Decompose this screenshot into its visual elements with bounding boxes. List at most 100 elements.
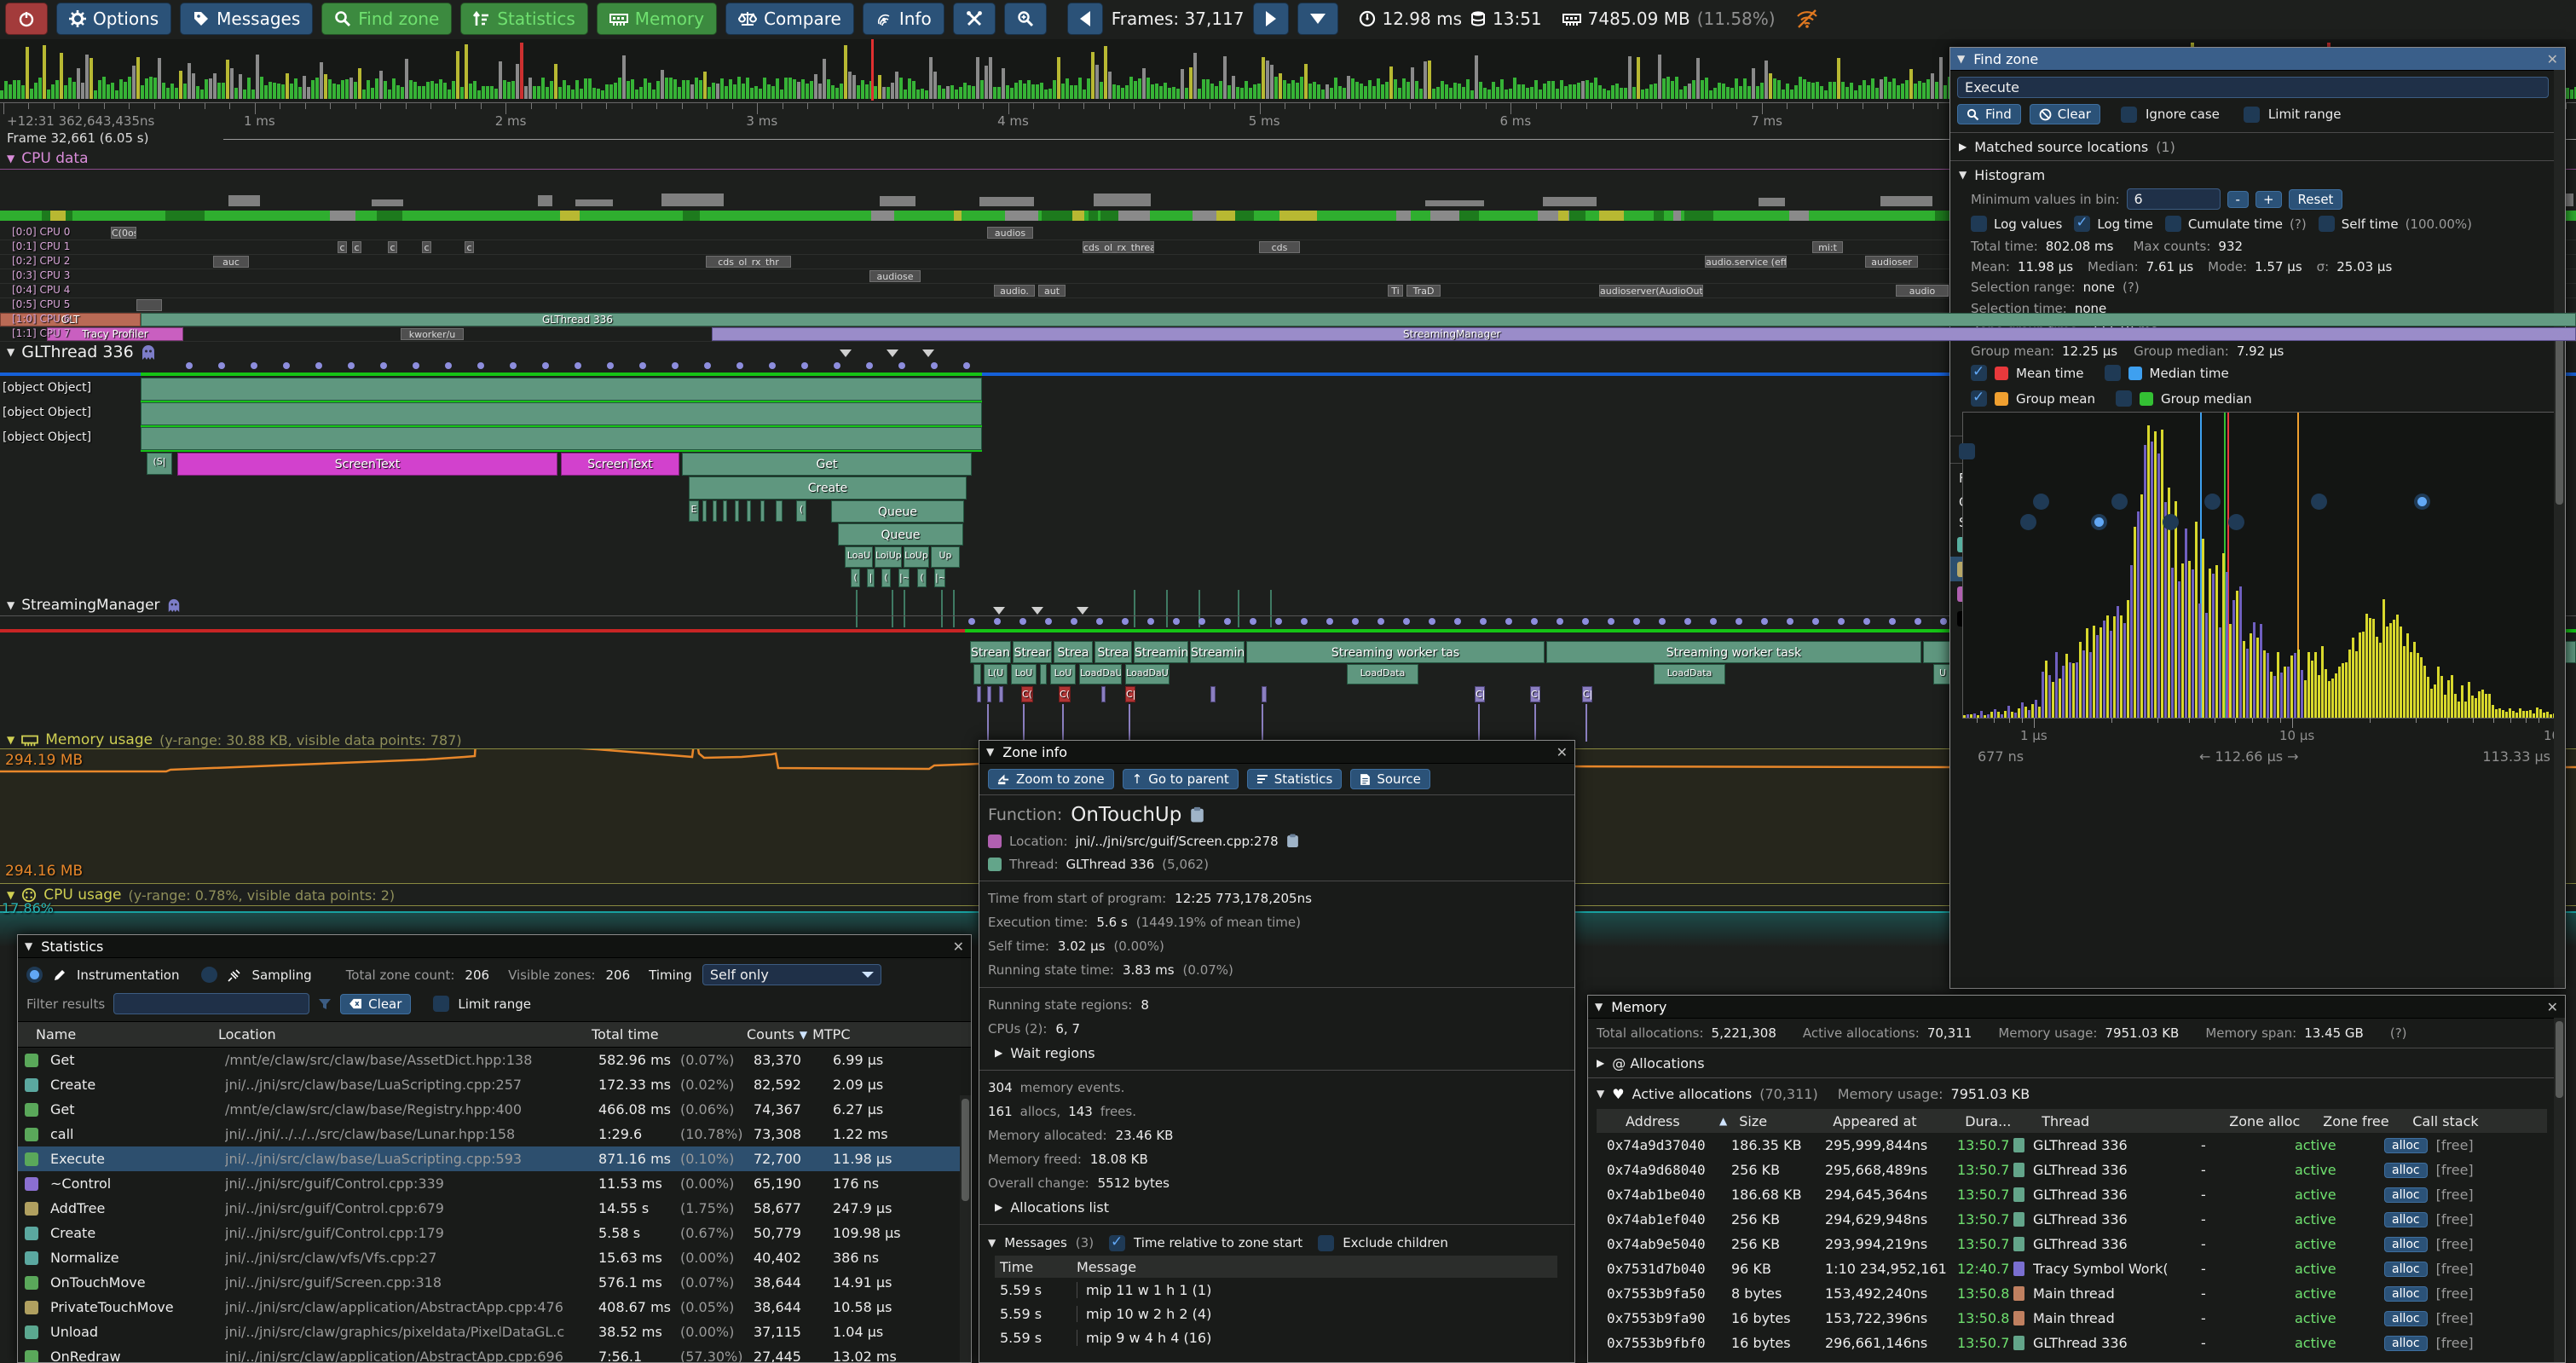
sampling-radio[interactable] <box>201 967 217 983</box>
message-dot[interactable] <box>445 362 452 369</box>
cpu-context-chip[interactable]: mi:t <box>1812 241 1843 253</box>
find-zone-titlebar[interactable]: ▼ Find zone ✕ <box>1950 48 2565 71</box>
timeline-zone[interactable] <box>702 500 707 522</box>
histogram-expander[interactable]: ▼ Histogram <box>1950 163 2565 187</box>
message-row[interactable]: 5.59 s mip 10 w 2 h 2 (4) <box>995 1302 1566 1325</box>
col-message[interactable]: Message <box>1077 1259 1136 1275</box>
message-dot[interactable] <box>1275 618 1282 625</box>
timeline-zone[interactable]: C| <box>1125 686 1135 702</box>
message-row[interactable]: 5.59 s mip 9 w 4 h 4 (16) <box>995 1325 1566 1349</box>
allocations-list-expander[interactable]: ▶ Allocations list <box>995 1195 1566 1219</box>
message-dot[interactable] <box>251 362 257 369</box>
active-allocations-expander[interactable]: ▼ ♥ Active allocations (70,311) Memory u… <box>1588 1078 2565 1109</box>
help-hint[interactable]: (?) <box>2123 280 2140 295</box>
timeline-zone[interactable]: Get <box>682 453 972 476</box>
cpu-context-chip[interactable]: c <box>422 241 431 253</box>
message-dot[interactable] <box>413 362 419 369</box>
sort-by-radio[interactable] <box>2091 514 2107 530</box>
streaming-header[interactable]: ▼ StreamingManager <box>7 597 181 614</box>
timeline-zone[interactable]: Queue <box>831 500 964 523</box>
message-dot[interactable] <box>1582 618 1589 625</box>
statistics-button[interactable]: Statistics <box>460 3 587 35</box>
panel-scrollbar[interactable] <box>2554 70 2565 988</box>
cpu-data-header[interactable]: ▼ CPU data <box>7 150 89 167</box>
panel-scrollbar[interactable] <box>2554 1018 2565 1362</box>
message-dot[interactable] <box>218 362 225 369</box>
timeline-zone[interactable]: Create <box>689 476 967 500</box>
message-dot[interactable] <box>477 362 484 369</box>
timeline-zone[interactable]: Streaming worker tas <box>1246 641 1545 663</box>
timeline-zone[interactable]: Strea <box>1054 641 1093 663</box>
timeline-zone[interactable]: ( <box>917 569 927 587</box>
message-dot[interactable] <box>1761 618 1768 625</box>
group-by-radio[interactable] <box>2414 494 2430 510</box>
zone-source-button[interactable]: Source <box>1350 769 1430 789</box>
message-dot[interactable] <box>931 362 938 369</box>
timeline-zone[interactable] <box>977 686 981 702</box>
min-bin-increase-button[interactable]: + <box>2255 191 2282 208</box>
clear-filter-button[interactable]: Clear <box>340 994 411 1014</box>
group-by-radio[interactable] <box>2204 494 2221 510</box>
table-row[interactable]: OnRedraw jni/../jni/src/claw/application… <box>18 1344 971 1363</box>
timeline-zone[interactable]: Strear <box>1013 641 1052 663</box>
message-dot[interactable] <box>801 362 808 369</box>
cpu7-streaming-bar[interactable]: StreamingManager <box>712 327 2576 341</box>
zoom-to-zone-button[interactable]: Zoom to zone <box>988 769 1114 789</box>
alloc-callstack-button[interactable]: alloc <box>2384 1262 2428 1277</box>
message-dot[interactable] <box>1224 618 1231 625</box>
timeline-zone[interactable]: LoadDaU <box>1125 664 1170 684</box>
cpu-context-chip[interactable]: cds_ol_rx_thr <box>706 256 791 268</box>
zone-histogram[interactable] <box>1962 412 2557 719</box>
timeline-zone[interactable]: LoiUp <box>875 546 902 568</box>
legend-checkbox[interactable] <box>1971 365 1987 381</box>
messages-expander[interactable]: ▼ Messages (3) Time relative to zone sta… <box>988 1230 1566 1256</box>
cpu-context-chip[interactable]: audios <box>987 227 1033 239</box>
cumulate-time-checkbox[interactable] <box>2165 216 2181 232</box>
message-dot[interactable] <box>994 618 1001 625</box>
timeline-zone[interactable]: Up <box>931 546 960 568</box>
message-dot[interactable] <box>963 362 970 369</box>
tools-button[interactable] <box>953 3 996 35</box>
timing-select[interactable]: Self only <box>702 964 881 985</box>
message-dot[interactable] <box>186 362 193 369</box>
table-row[interactable]: Create jni/../jni/src/claw/base/LuaScrip… <box>18 1072 971 1097</box>
funnel-icon[interactable] <box>318 997 332 1011</box>
table-row[interactable]: Normalize jni/../jni/src/claw/vfs/Vfs.cp… <box>18 1245 971 1270</box>
glthread-header[interactable]: ▼ GLThread 336 <box>7 343 156 361</box>
timeline-zone[interactable] <box>973 664 981 684</box>
alloc-callstack-button[interactable]: alloc <box>2384 1138 2428 1153</box>
col-total-time[interactable]: Total time <box>592 1026 747 1042</box>
matched-locations-expander[interactable]: ▶ Matched source locations (1) <box>1950 135 2565 159</box>
col-name[interactable]: Name <box>36 1026 218 1042</box>
frame-menu-button[interactable] <box>1297 3 1338 35</box>
message-dot[interactable] <box>1710 618 1717 625</box>
timeline-zone[interactable]: LoadData <box>1654 664 1725 684</box>
scrollbar-thumb[interactable] <box>2556 334 2563 505</box>
message-dot[interactable] <box>1198 618 1205 625</box>
timeline-zone[interactable] <box>999 686 1003 702</box>
scrollbar-thumb[interactable] <box>2556 1021 2563 1098</box>
message-dot[interactable] <box>1915 618 1921 625</box>
timeline-zone[interactable]: C| <box>1475 686 1485 702</box>
message-dot[interactable] <box>1122 618 1129 625</box>
alloc-callstack-button[interactable]: alloc <box>2384 1163 2428 1178</box>
zone-info-titlebar[interactable]: ▼ Zone info ✕ <box>979 741 1574 764</box>
message-dot[interactable] <box>1838 618 1845 625</box>
timeline-zone[interactable]: Strea <box>1095 641 1132 663</box>
col-address[interactable]: Address <box>1626 1113 1719 1129</box>
timeline-zone[interactable]: E <box>689 500 699 522</box>
message-dot[interactable] <box>1736 618 1742 625</box>
collapsed-zone-marker[interactable] <box>1077 607 1089 621</box>
col-mtpc[interactable]: MTPC <box>812 1026 850 1042</box>
collapsed-zone-marker[interactable] <box>840 349 852 363</box>
zone-statistics-button[interactable]: Statistics <box>1247 769 1343 789</box>
timeline-zone[interactable]: |~ <box>934 569 945 587</box>
message-dot[interactable] <box>510 362 517 369</box>
limit-range-checkbox[interactable] <box>433 996 449 1012</box>
collapsed-zone-marker[interactable] <box>922 349 934 363</box>
close-icon[interactable]: ✕ <box>953 939 964 955</box>
prev-frame-button[interactable] <box>1067 3 1103 35</box>
timeline-zone[interactable]: LoadDaU <box>1079 664 1122 684</box>
message-dot[interactable] <box>736 362 743 369</box>
big-zone-bar[interactable] <box>141 378 982 401</box>
